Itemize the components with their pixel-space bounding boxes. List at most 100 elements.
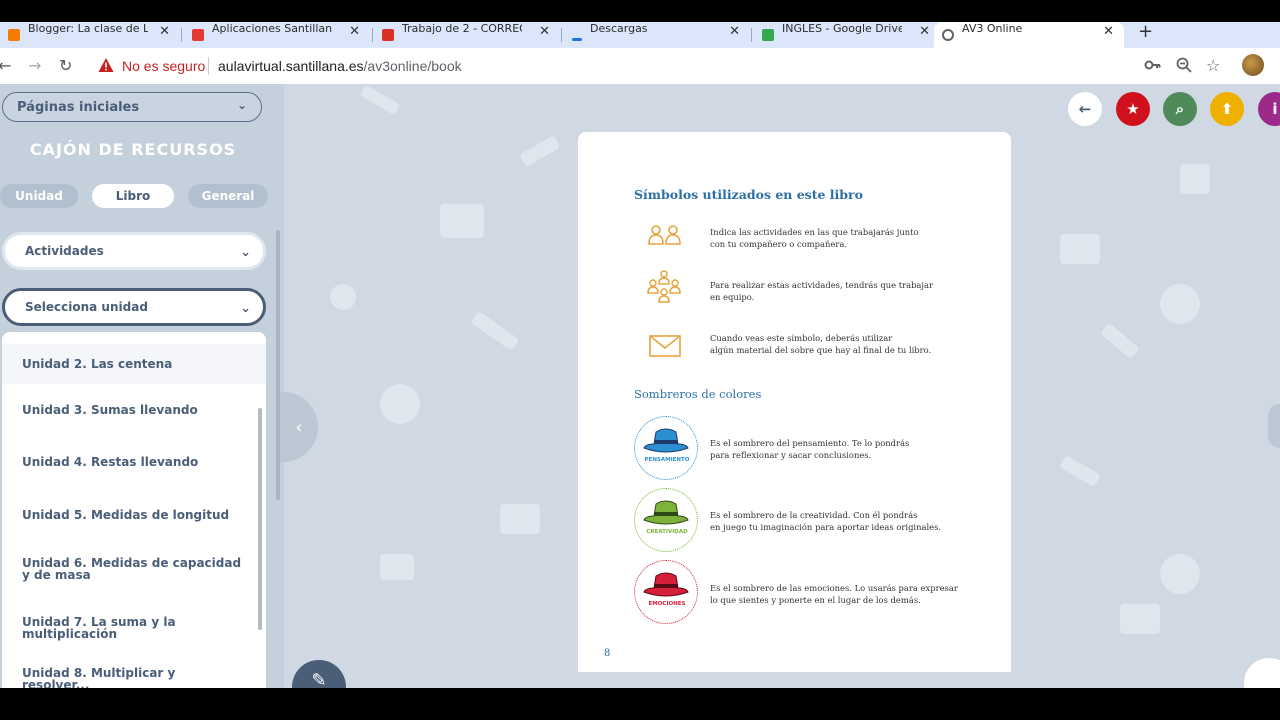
profile-avatar[interactable] [1242,54,1264,76]
creativity-hat-badge: CREATIVIDAD [634,488,698,552]
green-hat-icon [642,500,689,524]
url-path: /av3online/book [363,58,462,74]
search-button[interactable]: ⌕ [1163,92,1197,126]
symbol-text-line: Cuando veas este símbolo, deberás utiliz… [710,333,893,343]
unit-list-scrollbar[interactable] [258,408,262,630]
unit-option[interactable]: Unidad 6. Medidas de capacidad y de masa [2,557,266,581]
gmail-favicon-icon [382,29,394,41]
symbol-text-line: con tu compañero o compañera. [710,239,848,249]
unit-option[interactable]: Unidad 3. Sumas llevando [2,404,266,416]
security-status[interactable]: No es seguro [122,58,205,74]
hat-label: PENSAMIENTO [644,457,690,463]
chevron-left-icon: ‹ [295,416,303,438]
pages-dropdown-label: Páginas iniciales [17,99,140,115]
unit-option[interactable]: Unidad 2. Las centena [2,344,266,384]
edit-button[interactable]: ✎ [292,660,346,688]
close-tab-icon[interactable]: ✕ [729,24,740,39]
tab-title: Aplicaciones Santillana | [212,22,332,35]
info-button[interactable]: i [1258,92,1280,126]
unit-option[interactable]: Unidad 4. Restas llevando [2,456,266,468]
info-icon: i [1272,100,1278,118]
unit-select-label: Selecciona unidad [25,300,148,314]
unit-option[interactable]: Unidad 8. Multiplicar y resolver... [2,667,266,688]
tab-santillana-apps[interactable]: Aplicaciones Santillana | ✕ [184,22,370,48]
book-page: Símbolos utilizados en este libro Indica… [578,132,1011,672]
symbol-text-line: en equipo. [710,292,755,302]
reload-icon[interactable]: ↻ [59,56,72,75]
arrow-left-icon: ← [1078,100,1092,118]
back-nav-icon[interactable]: ← [0,56,11,75]
zoom-icon[interactable] [1175,56,1193,74]
symbol-text-line: algún material del sobre que hay al fina… [710,345,932,355]
symbol-description: Indica las actividades en las que trabaj… [710,226,960,250]
back-button[interactable]: ← [1068,92,1102,126]
fullscreen-button[interactable] [1244,658,1280,688]
hat-description: Es el sombrero del pensamiento. Te lo po… [710,437,960,461]
close-tab-icon[interactable]: ✕ [349,24,360,39]
hat-label: EMOCIONES [648,601,686,607]
symbol-text-line: Para realizar estas actividades, tendrás… [710,280,934,290]
tab-downloads[interactable]: Descargas ✕ [564,22,750,48]
tab-google-drive[interactable]: INGLES - Google Drive ✕ [754,22,940,48]
drawer-title: CAJÓN DE RECURSOS [29,140,237,159]
close-tab-icon[interactable]: ✕ [159,24,170,39]
pencil-icon: ✎ [311,670,327,688]
tab-blogger[interactable]: Blogger: La clase de Lu... ✕ [0,22,180,48]
search-icon: ⌕ [1175,100,1185,118]
unit-option[interactable]: Unidad 7. La suma y la multiplicación [2,616,266,640]
symbol-description: Cuando veas este símbolo, deberás utiliz… [710,332,960,356]
activities-select[interactable]: Actividades ⌄ [2,232,266,270]
filter-tab-general[interactable]: General [188,184,268,208]
close-tab-icon[interactable]: ✕ [1103,24,1114,39]
pattern-pencil-icon [470,310,520,352]
chevron-down-icon: ⌄ [236,98,247,112]
upload-icon: ⬆ [1220,100,1234,118]
red-hat-icon [642,572,689,596]
address-bar[interactable]: aulavirtual.santillana.es/av3online/book [218,58,462,74]
filter-tab-unidad[interactable]: Unidad [0,184,78,208]
tab-title: INGLES - Google Drive [782,22,902,35]
pattern-palette-icon [380,384,420,424]
screen: Blogger: La clase de Lu... ✕ Aplicacione… [0,0,1280,720]
tab-gmail[interactable]: Trabajo de 2 - CORREO... ✕ [374,22,560,48]
tab-av3-online[interactable]: AV3 Online ✕ [934,22,1124,48]
hat-text-line: Es el sombrero de las emociones. Lo usar… [710,583,958,593]
close-tab-icon[interactable]: ✕ [919,24,930,39]
pattern-screen-icon [500,504,540,534]
key-icon[interactable] [1144,56,1162,74]
unit-select[interactable]: Selecciona unidad ⌄ [2,288,266,326]
new-tab-button[interactable]: + [1138,22,1153,42]
star-icon: ★ [1126,100,1140,118]
page-number: 8 [604,648,611,659]
forward-nav-icon[interactable]: → [28,56,41,75]
santillana-favicon-icon [192,29,204,41]
pair-icon [648,225,681,245]
pattern-palette-icon [1160,554,1200,594]
letterbox-bottom [0,688,1280,720]
unit-option[interactable]: Unidad 5. Medidas de longitud [2,509,266,521]
group-icon [647,270,681,303]
emotions-hat-badge: EMOCIONES [634,560,698,624]
browser-toolbar: ← → ↻ No es seguro aulavirtual.santillan… [0,48,1280,84]
resources-sidebar: Páginas iniciales ⌄ CAJÓN DE RECURSOS Un… [0,84,284,688]
warning-icon[interactable] [98,57,114,73]
pages-dropdown[interactable]: Páginas iniciales ⌄ [2,92,262,122]
favorites-button[interactable]: ★ [1116,92,1150,126]
tab-title: AV3 Online [962,22,1023,35]
bookmark-star-icon[interactable]: ☆ [1206,56,1224,75]
upload-button[interactable]: ⬆ [1210,92,1244,126]
previous-page-button[interactable]: ‹ [280,392,318,462]
envelope-icon [649,335,681,357]
chevron-down-icon: ⌄ [240,245,251,260]
close-tab-icon[interactable]: ✕ [539,24,550,39]
next-page-button[interactable] [1268,404,1280,448]
hat-text-line: en juego tu imaginación para aportar ide… [710,522,942,532]
pattern-pencil-icon [359,84,401,116]
pattern-blocks-icon [380,554,414,580]
hat-description: Es el sombrero de la creatividad. Con él… [710,509,960,533]
pattern-easel-icon [440,204,484,238]
pattern-triangle-icon [1120,604,1160,634]
pattern-circle-icon [330,284,356,310]
filter-tab-libro[interactable]: Libro [92,184,174,208]
hat-text-line: Es el sombrero de la creatividad. Con él… [710,510,918,520]
